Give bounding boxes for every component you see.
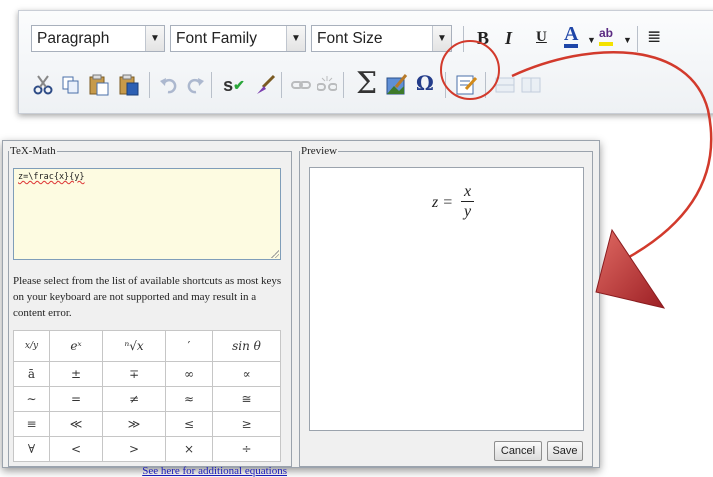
preview-equation: z = x y [432, 183, 475, 222]
shortcut-button[interactable]: × [165, 436, 213, 462]
shortcut-button[interactable]: ≥ [212, 411, 281, 437]
save-button[interactable]: Save [547, 441, 583, 461]
shortcut-row: ā ± ∓ ∞ ∝ [13, 361, 281, 387]
shortcut-button[interactable]: = [49, 386, 103, 412]
cancel-button[interactable]: Cancel [494, 441, 542, 461]
toolbar-divider [637, 26, 638, 52]
shortcut-row: ∼ = ≠ ≈ ≅ [13, 386, 281, 412]
shortcut-button[interactable]: ≤ [165, 411, 213, 437]
redo-icon[interactable] [183, 73, 207, 97]
shortcut-button[interactable]: ≫ [102, 411, 166, 437]
preview-legend: Preview [301, 145, 338, 157]
shortcut-button[interactable]: ∓ [102, 361, 166, 387]
resize-handle-icon[interactable] [271, 250, 279, 258]
special-character-button[interactable]: Ω [416, 71, 434, 95]
shortcut-button[interactable]: ≠ [102, 386, 166, 412]
shortcut-button[interactable]: ⁿ√x [102, 330, 166, 362]
spellcheck-icon[interactable]: s ✔ [219, 73, 249, 97]
shortcut-button[interactable]: ÷ [212, 436, 281, 462]
table-cell-icon[interactable] [519, 73, 543, 97]
align-icon[interactable]: ≣ [647, 27, 661, 47]
tex-math-dialog: TeX-Math z=\frac{x}{y} Please select fro… [2, 140, 600, 477]
shortcut-button[interactable]: ∞ [165, 361, 213, 387]
underline-button[interactable]: U [536, 29, 547, 46]
preview-area: z = x y [309, 167, 584, 431]
font-size-select[interactable]: Font Size ▼ [311, 25, 452, 52]
arrow-head [595, 228, 666, 309]
paragraph-select[interactable]: Paragraph ▼ [31, 25, 165, 52]
toolbar-divider [281, 72, 282, 98]
shortcut-button[interactable]: ± [49, 361, 103, 387]
toolbar-divider [149, 72, 150, 98]
shortcut-button[interactable]: ≡ [13, 411, 50, 437]
shortcut-button[interactable]: ≈ [165, 386, 213, 412]
unlink-icon[interactable] [315, 73, 339, 97]
toolbar-divider [211, 72, 212, 98]
highlight-color-button[interactable]: ab [599, 25, 614, 46]
font-color-button[interactable]: A [564, 24, 579, 48]
chevron-down-icon: ▼ [145, 26, 164, 51]
shortcut-row: ∀ < > × ÷ [13, 436, 281, 462]
shortcut-row: ≡ ≪ ≫ ≤ ≥ [13, 411, 281, 437]
toolbar-divider [343, 72, 344, 98]
highlight-circle [440, 40, 500, 100]
link-icon[interactable] [289, 73, 313, 97]
font-family-select-value: Font Family [176, 30, 257, 47]
shortcut-button[interactable]: ∀ [13, 436, 50, 462]
font-size-select-value: Font Size [317, 30, 383, 47]
preview-lhs: z = [432, 193, 454, 211]
cut-icon[interactable] [31, 73, 55, 97]
copy-icon[interactable] [59, 73, 83, 97]
tex-math-fieldset: TeX-Math z=\frac{x}{y} Please select fro… [8, 145, 292, 477]
tex-input-value: z=\frac{x}{y} [18, 172, 85, 182]
shortcut-button[interactable]: ā [13, 361, 50, 387]
shortcut-button[interactable]: ′ [165, 330, 213, 362]
additional-equations-link[interactable]: See here for additional equations [121, 465, 287, 477]
insert-equation-button[interactable]: Σ [356, 69, 377, 99]
shortcut-row: x/y eˣ ⁿ√x ′ sin θ [13, 330, 281, 362]
preview-fieldset: Preview z = x y Cancel Save [299, 145, 593, 467]
shortcut-button[interactable]: ∼ [13, 386, 50, 412]
chevron-down-icon[interactable]: ▼ [623, 35, 632, 45]
chevron-down-icon: ▼ [286, 26, 305, 51]
undo-icon[interactable] [157, 73, 181, 97]
edit-image-icon[interactable] [385, 73, 409, 97]
paste-icon[interactable] [87, 73, 111, 97]
paragraph-select-value: Paragraph [37, 30, 110, 47]
preview-denominator: y [464, 203, 472, 220]
shortcut-button[interactable]: > [102, 436, 166, 462]
chevron-down-icon[interactable]: ▼ [587, 35, 596, 45]
shortcut-button[interactable]: < [49, 436, 103, 462]
shortcut-button[interactable]: ≅ [212, 386, 281, 412]
tex-input[interactable]: z=\frac{x}{y} [13, 168, 281, 260]
paste-word-icon[interactable] [117, 73, 141, 97]
chevron-down-icon: ▼ [432, 26, 451, 51]
shortcut-button[interactable]: ∝ [212, 361, 281, 387]
shortcut-note: Please select from the list of available… [13, 275, 282, 319]
shortcut-button[interactable]: eˣ [49, 330, 103, 362]
shortcut-button[interactable]: sin θ [212, 330, 281, 362]
shortcut-table: x/y eˣ ⁿ√x ′ sin θ ā ± ∓ ∞ ∝ ∼ = ≠ ≈ ≅ ≡ ≪ ≫ ≤ ≥ ∀ < > × ÷ [13, 330, 281, 462]
cleanup-brush-icon[interactable] [253, 73, 277, 97]
preview-numerator: x [461, 183, 475, 202]
shortcut-button[interactable]: ≪ [49, 411, 103, 437]
italic-button[interactable]: I [505, 28, 512, 49]
tex-math-legend: TeX-Math [10, 145, 56, 157]
shortcut-button[interactable]: x/y [13, 330, 50, 362]
spellcheck-label: s [223, 74, 234, 95]
font-family-select[interactable]: Font Family ▼ [170, 25, 306, 52]
editor-toolbar: Paragraph ▼ Font Family ▼ Font Size ▼ B … [18, 10, 713, 114]
